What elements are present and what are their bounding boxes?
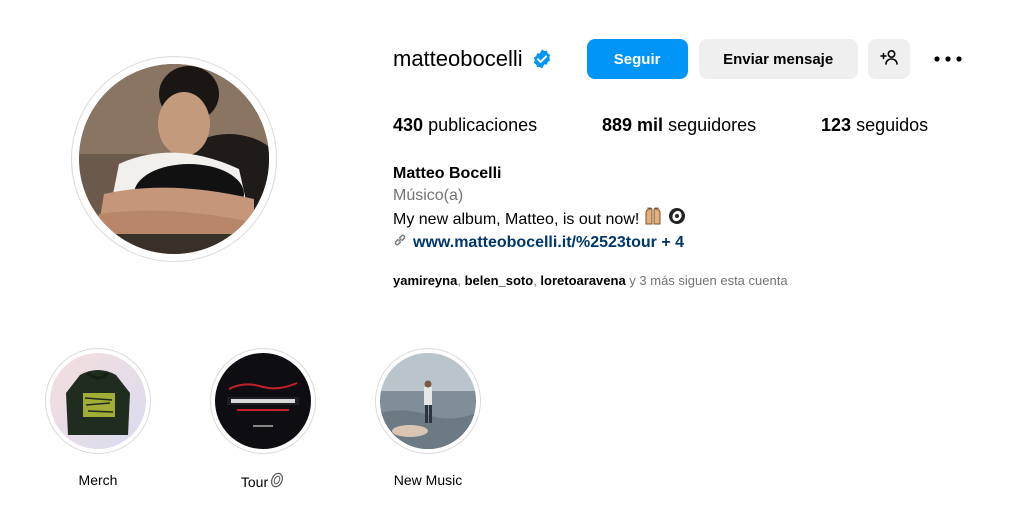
highlight-tour-label: Tour bbox=[240, 473, 269, 490]
add-user-button[interactable] bbox=[867, 39, 910, 79]
vinyl-disc-emoji-icon bbox=[269, 472, 285, 491]
highlight-new-music[interactable]: New Music bbox=[375, 348, 481, 491]
story-highlights: Merch Tour New Music bbox=[45, 348, 540, 491]
highlight-merch-label: Merch bbox=[78, 472, 118, 488]
more-options-icon[interactable] bbox=[932, 39, 964, 79]
posts-count: 430 bbox=[393, 115, 424, 135]
posts-stat: 430 publicaciones bbox=[393, 115, 602, 136]
profile-stats: 430 publicaciones 889 mil seguidores 123… bbox=[393, 115, 928, 136]
highlight-label: New Music bbox=[394, 472, 462, 488]
following-stat[interactable]: 123 seguidos bbox=[821, 115, 928, 136]
highlight-merch-cover bbox=[50, 353, 146, 449]
follower-user-2[interactable]: belen_soto bbox=[465, 273, 534, 288]
profile-avatar bbox=[79, 64, 269, 254]
followed-by-suffix: y 3 más siguen esta cuenta bbox=[625, 273, 788, 288]
highlight-ring[interactable] bbox=[375, 348, 481, 454]
highlight-new-music-label: New Music bbox=[393, 472, 463, 488]
highlight-ring[interactable] bbox=[45, 348, 151, 454]
highlight-label: Tour bbox=[241, 472, 285, 491]
highlight-tour-cover bbox=[215, 353, 311, 449]
highlight-merch[interactable]: Merch bbox=[45, 348, 151, 491]
followed-by-line[interactable]: yamireyna, belen_soto, loretoaravena y 3… bbox=[393, 273, 788, 288]
highlight-new-music-cover bbox=[380, 353, 476, 449]
followed-by-separator: , bbox=[457, 273, 465, 288]
follower-user-3[interactable]: loretoaravena bbox=[540, 273, 625, 288]
follow-button[interactable]: Seguir bbox=[586, 39, 688, 79]
raising-hands-emoji-icon bbox=[643, 207, 663, 232]
bio-category: Músico(a) bbox=[393, 187, 464, 204]
verified-badge-icon bbox=[531, 48, 553, 70]
vinyl-disc-emoji-icon bbox=[667, 207, 687, 232]
profile-username: matteobocelli bbox=[393, 46, 523, 71]
highlight-label: Merch bbox=[79, 472, 118, 488]
followers-stat[interactable]: 889 mil seguidores bbox=[602, 115, 821, 136]
bio-full-name: Matteo Bocelli bbox=[393, 165, 502, 182]
bio-link-row[interactable]: www.matteobocelli.it/%2523tour + 4 bbox=[393, 232, 687, 254]
profile-header: matteobocelli Seguir Enviar mensaje bbox=[393, 38, 964, 80]
add-user-icon bbox=[879, 49, 898, 69]
following-count: 123 bbox=[821, 115, 852, 135]
profile-avatar-ring[interactable] bbox=[71, 56, 277, 262]
send-message-button[interactable]: Enviar mensaje bbox=[698, 39, 858, 79]
highlight-tour[interactable]: Tour bbox=[210, 348, 316, 491]
following-label: seguidos bbox=[856, 115, 929, 135]
posts-label: publicaciones bbox=[428, 115, 538, 135]
followers-count: 889 mil bbox=[602, 115, 664, 135]
link-icon bbox=[393, 232, 407, 254]
bio-text-line: My new album, Matteo, is out now! bbox=[393, 207, 687, 232]
profile-bio: Matteo Bocelli Músico(a) My new album, M… bbox=[393, 163, 687, 254]
bio-text: My new album, Matteo, is out now! bbox=[393, 210, 640, 228]
highlight-ring[interactable] bbox=[210, 348, 316, 454]
bio-link[interactable]: www.matteobocelli.it/%2523tour + 4 bbox=[413, 232, 684, 254]
follower-user-1[interactable]: yamireyna bbox=[393, 273, 457, 288]
followers-label: seguidores bbox=[668, 115, 757, 135]
